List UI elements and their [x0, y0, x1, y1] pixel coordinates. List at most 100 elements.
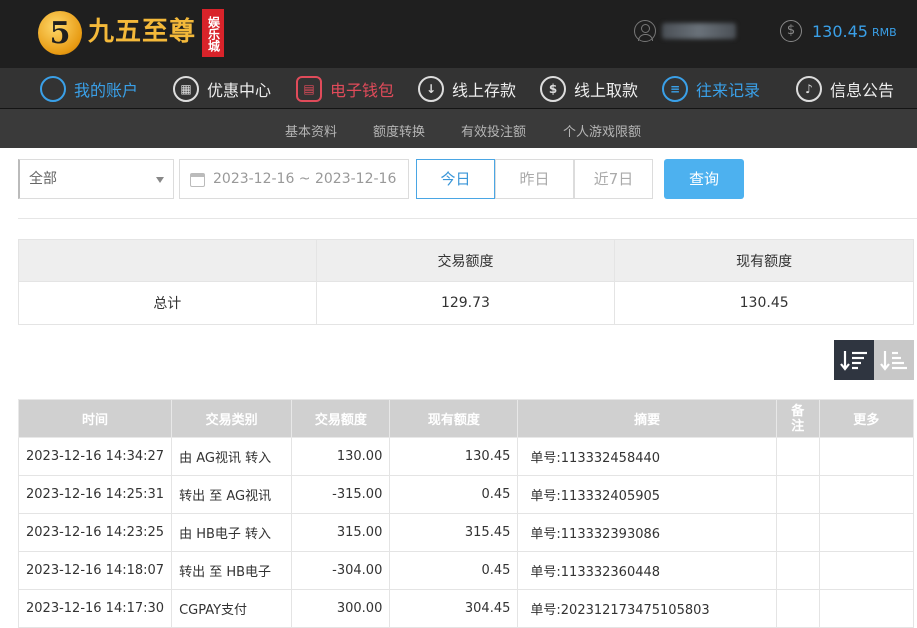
nav-my-account[interactable]: 我的账户: [40, 68, 138, 109]
nav-e-wallet[interactable]: ▤ 电子钱包: [296, 68, 394, 109]
chevron-down-icon: [156, 177, 164, 183]
user-icon: [634, 20, 656, 42]
cell-remark: [775, 513, 820, 552]
brand-name: 九五至尊: [88, 16, 197, 47]
nav-label: 往来记录: [696, 80, 761, 100]
user-info[interactable]: [634, 20, 736, 42]
table-row: 2023-12-16 14:18:07 转出 至 HB电子 -304.00 0.…: [17, 551, 915, 590]
summary-header-blank: [18, 239, 317, 282]
date-range-value: 2023-12-16 ~ 2023-12-16: [213, 171, 397, 187]
col-balance: 现有额度: [389, 399, 519, 438]
last-7-days-button[interactable]: 近7日: [574, 159, 653, 199]
category-select[interactable]: 全部: [18, 159, 174, 199]
cell-time: 2023-12-16 14:17:30: [17, 589, 173, 628]
subnav-valid-bets[interactable]: 有效投注额: [461, 121, 526, 140]
cell-balance: 0.45: [389, 551, 519, 590]
cell-time: 2023-12-16 14:18:07: [17, 551, 173, 590]
sort-desc-svg: [840, 351, 867, 371]
sort-asc-icon[interactable]: [874, 340, 914, 380]
cell-more[interactable]: [818, 551, 915, 590]
table-row: 2023-12-16 14:25:31 转出 至 AG视讯 -315.00 0.…: [17, 475, 915, 514]
col-amount: 交易额度: [291, 399, 391, 438]
brand-logo[interactable]: 5 九五至尊 娱乐城: [38, 7, 225, 59]
records-table: 时间 交易类别 交易额度 现有额度 摘要 备注 更多 2023-12-16 14…: [17, 399, 915, 628]
user-circle-icon: [40, 75, 66, 102]
cell-summary: 单号:113332393086: [517, 513, 777, 552]
date-range-input[interactable]: 2023-12-16 ~ 2023-12-16: [179, 159, 409, 199]
cell-time: 2023-12-16 14:25:31: [17, 475, 173, 514]
subnav-game-limits[interactable]: 个人游戏限额: [563, 121, 641, 140]
nav-withdraw[interactable]: $ 线上取款: [540, 68, 638, 109]
nav-label: 线上存款: [452, 80, 517, 100]
table-row: 2023-12-16 14:23:25 由 HB电子 转入 315.00 315…: [17, 513, 915, 552]
cell-amount: -304.00: [291, 551, 391, 590]
cell-balance: 315.45: [389, 513, 519, 552]
calendar-icon: [190, 173, 205, 187]
divider: [18, 218, 917, 219]
col-type: 交易类别: [171, 399, 293, 438]
nav-records[interactable]: ≡ 往来记录: [662, 68, 760, 109]
subnav-balance-transfer[interactable]: 额度转换: [373, 121, 425, 140]
logo-badge: 5: [38, 11, 82, 55]
nav-label: 电子钱包: [330, 80, 395, 100]
yesterday-button[interactable]: 昨日: [495, 159, 574, 199]
table-row: 2023-12-16 14:34:27 由 AG视讯 转入 130.00 130…: [17, 437, 915, 476]
col-time: 时间: [17, 399, 173, 438]
summary-total-row: 总计 129.73 130.45: [18, 281, 914, 325]
nav-label: 优惠中心: [207, 80, 272, 100]
sort-asc-svg: [880, 351, 907, 371]
brand-tag: 娱乐城: [202, 9, 225, 57]
summary-header-row: 交易额度 现有额度: [18, 239, 914, 282]
cell-type: CGPAY支付: [171, 589, 293, 628]
username-redacted: [662, 23, 736, 39]
sort-desc-icon[interactable]: [834, 340, 874, 380]
cell-balance: 304.45: [389, 589, 519, 628]
cell-type: 转出 至 AG视讯: [171, 475, 293, 514]
cell-type: 由 HB电子 转入: [171, 513, 293, 552]
cell-summary: 单号:113332405905: [517, 475, 777, 514]
record-icon: ≡: [662, 75, 688, 102]
cell-remark: [775, 475, 820, 514]
col-summary: 摘要: [517, 399, 777, 438]
coin-icon: $: [780, 20, 802, 42]
balance-display: $ 130.45 RMB: [780, 20, 897, 42]
cell-remark: [775, 437, 820, 476]
nav-deposit[interactable]: ↓ 线上存款: [418, 68, 516, 109]
cell-balance: 130.45: [389, 437, 519, 476]
deposit-icon: ↓: [418, 75, 444, 102]
cell-more[interactable]: [818, 589, 915, 628]
gift-icon: ▦: [173, 75, 199, 102]
nav-label: 我的账户: [74, 80, 139, 100]
cell-remark: [775, 551, 820, 590]
cell-time: 2023-12-16 14:34:27: [17, 437, 173, 476]
cell-amount: 130.00: [291, 437, 391, 476]
sub-nav: 基本资料 额度转换 有效投注额 个人游戏限额: [0, 109, 917, 148]
balance-amount: 130.45: [812, 21, 868, 41]
nav-promotions[interactable]: ▦ 优惠中心: [173, 68, 271, 109]
balance-currency: RMB: [871, 25, 897, 39]
col-remark: 备注: [775, 399, 820, 438]
withdraw-icon: $: [540, 75, 566, 102]
cell-remark: [775, 589, 820, 628]
summary-header-current: 现有额度: [614, 239, 914, 282]
summary-header-transaction: 交易额度: [315, 239, 616, 282]
cell-more[interactable]: [818, 437, 915, 476]
bell-icon: ♪: [796, 75, 822, 102]
cell-summary: 单号:113332458440: [517, 437, 777, 476]
nav-announcements[interactable]: ♪ 信息公告: [796, 68, 894, 109]
main-nav: 我的账户 ▦ 优惠中心 ▤ 电子钱包 ↓ 线上存款 $ 线上取款 ≡ 往来记录 …: [0, 68, 917, 109]
cell-more[interactable]: [818, 513, 915, 552]
cell-balance: 0.45: [389, 475, 519, 514]
query-button[interactable]: 查询: [664, 159, 744, 199]
cell-amount: -315.00: [291, 475, 391, 514]
nav-label: 信息公告: [830, 80, 895, 100]
subnav-basic-info[interactable]: 基本资料: [285, 121, 337, 140]
today-button[interactable]: 今日: [416, 159, 495, 199]
summary-total-label: 总计: [18, 281, 317, 325]
summary-current-balance: 130.45: [614, 281, 914, 325]
table-row: 2023-12-16 14:17:30 CGPAY支付 300.00 304.4…: [17, 589, 915, 628]
sort-toggle: [834, 340, 914, 380]
cell-summary: 单号:113332360448: [517, 551, 777, 590]
cell-more[interactable]: [818, 475, 915, 514]
wallet-icon: ▤: [296, 75, 322, 102]
